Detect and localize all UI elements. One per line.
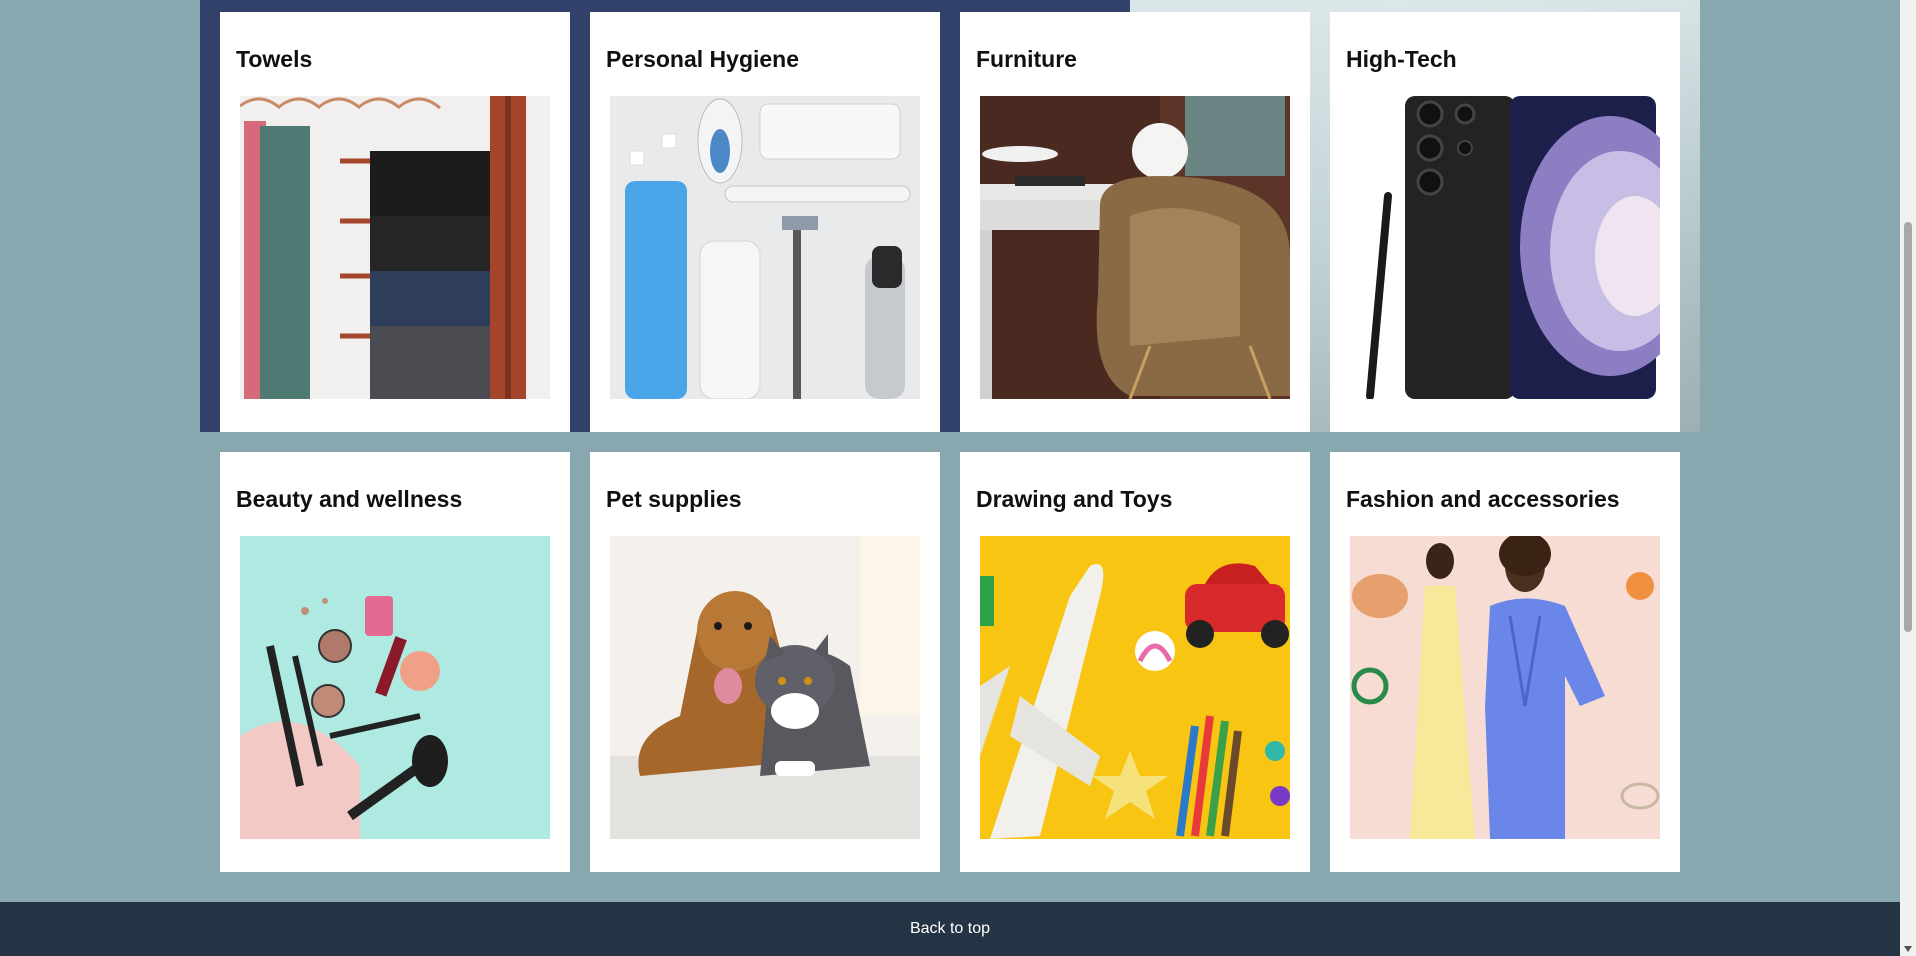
card-title: Drawing and Toys bbox=[976, 486, 1173, 512]
fashion-and-accessories-image[interactable] bbox=[1350, 536, 1660, 839]
category-card-towels[interactable]: Towels bbox=[220, 12, 570, 432]
category-card-high-tech[interactable]: High-Tech bbox=[1330, 12, 1680, 432]
card-title: Personal Hygiene bbox=[606, 46, 800, 72]
category-card-personal-hygiene[interactable]: Personal Hygiene bbox=[590, 12, 940, 432]
card-title: Beauty and wellness bbox=[236, 486, 463, 512]
back-to-top-link[interactable]: Back to top bbox=[910, 920, 990, 938]
vertical-scrollbar[interactable] bbox=[1900, 0, 1916, 956]
card-title: Fashion and accessories bbox=[1346, 486, 1620, 512]
category-card-furniture[interactable]: Furniture bbox=[960, 12, 1310, 432]
category-card-drawing-and-toys[interactable]: Drawing and Toys bbox=[960, 452, 1310, 872]
scrollbar-thumb[interactable] bbox=[1904, 222, 1912, 632]
furniture-image[interactable] bbox=[980, 96, 1290, 399]
personal-hygiene-image[interactable] bbox=[610, 96, 920, 399]
card-title: Pet supplies bbox=[606, 486, 742, 512]
scroll-down-arrow-icon[interactable] bbox=[1904, 946, 1912, 952]
card-title: High-Tech bbox=[1346, 46, 1457, 72]
pet-supplies-image[interactable] bbox=[610, 536, 920, 839]
towels-image[interactable] bbox=[240, 96, 550, 399]
category-grid: Towels Personal Hygiene Furniture High-T… bbox=[220, 12, 1680, 872]
drawing-and-toys-image[interactable] bbox=[980, 536, 1290, 839]
beauty-and-wellness-image[interactable] bbox=[240, 536, 550, 839]
category-card-beauty-and-wellness[interactable]: Beauty and wellness bbox=[220, 452, 570, 872]
card-title: Furniture bbox=[976, 46, 1077, 72]
high-tech-image[interactable] bbox=[1350, 96, 1660, 399]
category-card-pet-supplies[interactable]: Pet supplies bbox=[590, 452, 940, 872]
footer-bar: Back to top bbox=[0, 902, 1900, 956]
category-card-fashion-and-accessories[interactable]: Fashion and accessories bbox=[1330, 452, 1680, 872]
card-title: Towels bbox=[236, 46, 313, 72]
